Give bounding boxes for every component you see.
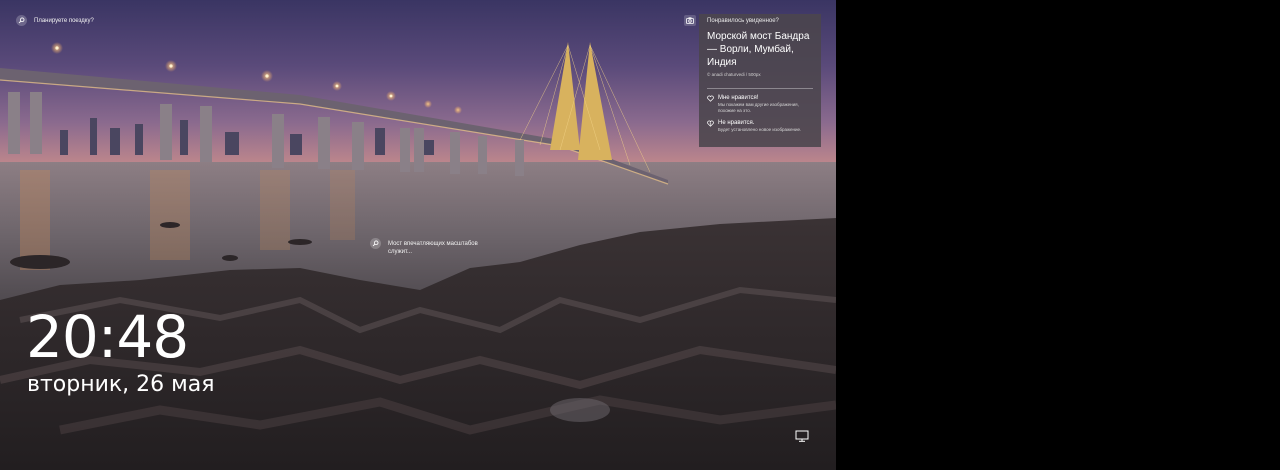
card-question: Понравилось увиденное? bbox=[707, 18, 779, 24]
like-option[interactable]: Мне нравится! Мы покажем вам другие изоб… bbox=[707, 95, 813, 114]
bridge-hint-text: Мост впечатляющих масштабов служит... bbox=[388, 241, 478, 255]
heart-icon bbox=[707, 95, 714, 102]
clock: 20:48 bbox=[26, 303, 189, 371]
card-divider bbox=[707, 88, 813, 89]
card-credit: © anadi chaturvedi / 500px bbox=[707, 72, 761, 77]
broken-heart-icon bbox=[707, 120, 714, 127]
like-description: Мы покажем вам другие изображения, похож… bbox=[718, 102, 799, 113]
plan-trip-hint[interactable]: Планируете поездку? bbox=[16, 15, 94, 26]
network-icon[interactable] bbox=[795, 430, 809, 442]
dislike-description: Будет установлено новое изображение. bbox=[718, 127, 802, 132]
like-label: Мне нравится! bbox=[718, 95, 759, 101]
camera-icon[interactable] bbox=[684, 15, 696, 26]
spotlight-card: Понравилось увиденное? Морской мост Банд… bbox=[699, 14, 821, 147]
plan-trip-text: Планируете поездку? bbox=[34, 18, 94, 24]
lock-screen: Планируете поездку? Мост впечатляющих ма… bbox=[0, 0, 836, 470]
date: вторник, 26 мая bbox=[27, 372, 215, 397]
card-title[interactable]: Морской мост Бандра — Ворли, Мумбай, Инд… bbox=[707, 30, 813, 69]
dislike-option[interactable]: Не нравится. Будет установлено новое изо… bbox=[707, 120, 813, 133]
dislike-label: Не нравится. bbox=[718, 120, 755, 126]
bridge-hint[interactable]: Мост впечатляющих масштабов служит... bbox=[370, 238, 500, 256]
search-icon bbox=[16, 15, 27, 26]
search-icon bbox=[370, 238, 381, 249]
